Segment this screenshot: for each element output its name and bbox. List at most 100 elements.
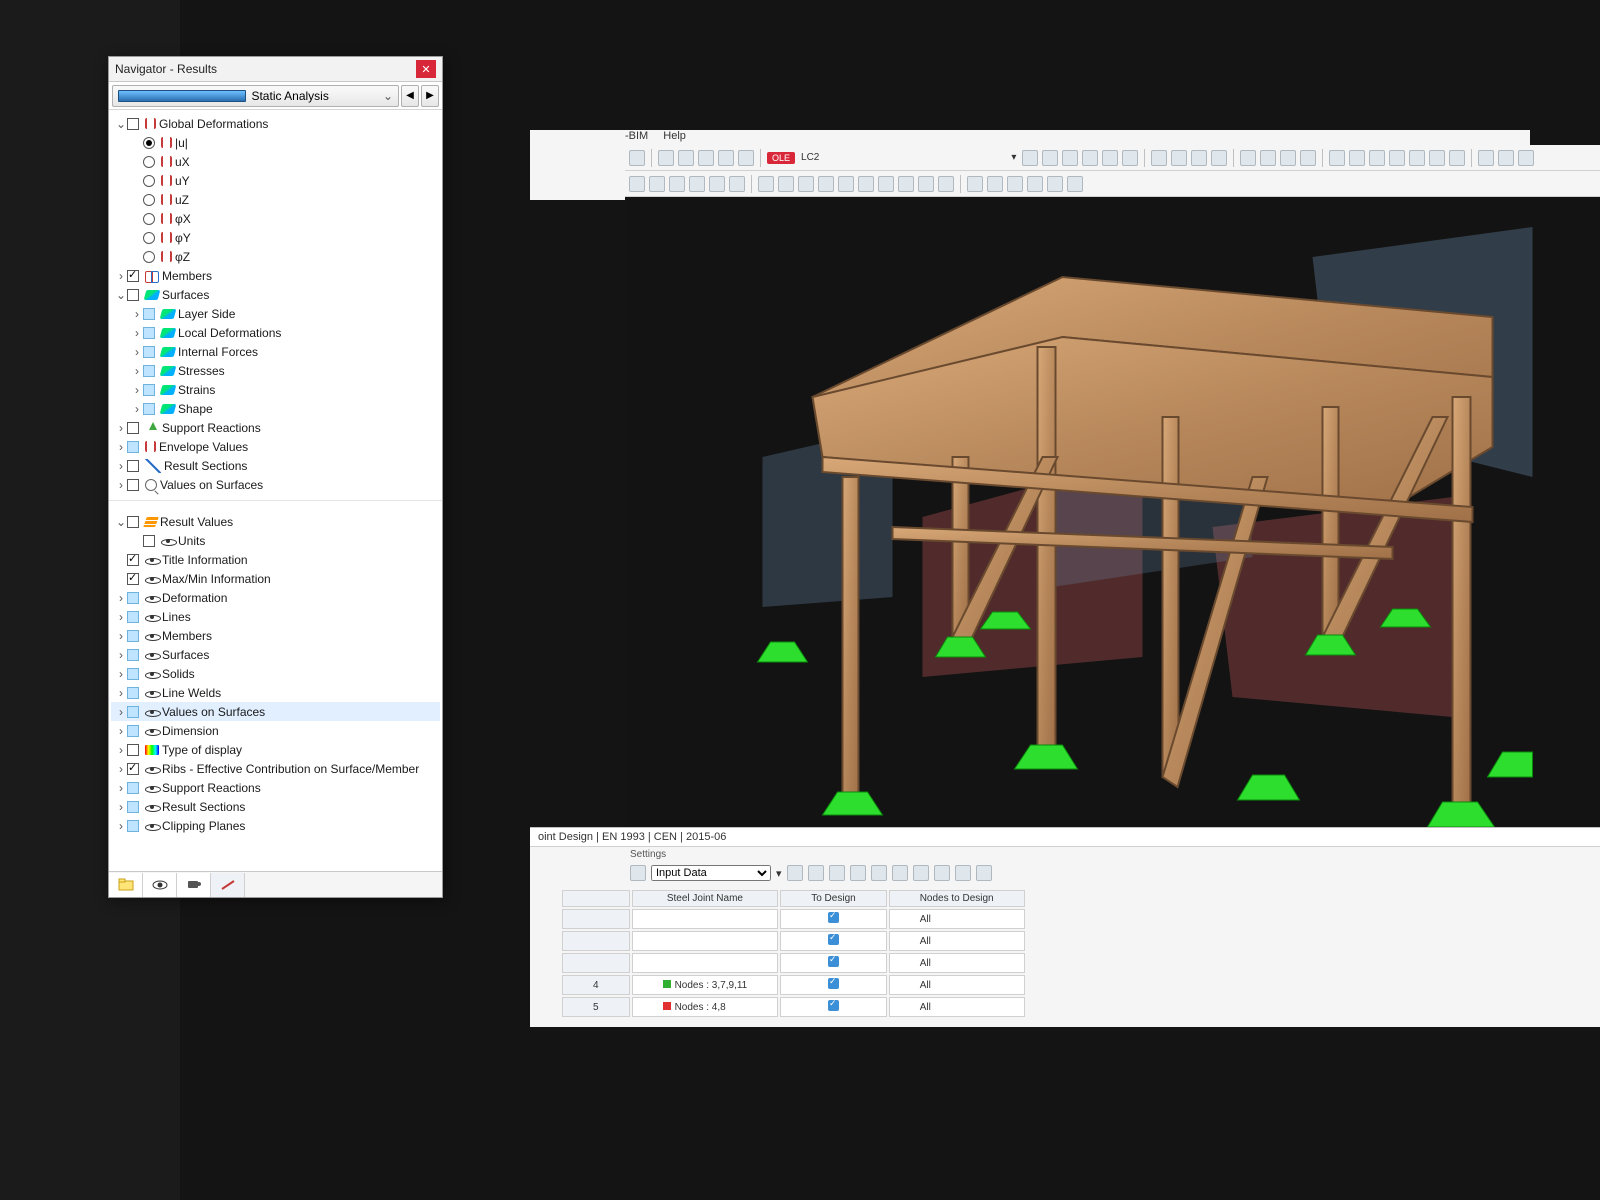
table-row[interactable]: All (562, 931, 1025, 951)
toolbar-icon[interactable] (1389, 150, 1405, 166)
tree-item[interactable]: ›Deformation (111, 588, 440, 607)
expand-icon[interactable]: › (115, 422, 127, 434)
toolbar-icon[interactable] (1007, 176, 1023, 192)
checkbox[interactable] (143, 384, 155, 396)
tree-item[interactable]: ›Lines (111, 607, 440, 626)
expand-icon[interactable]: › (131, 327, 143, 339)
toolbar-icon[interactable] (892, 865, 908, 881)
toolbar-icon[interactable] (1240, 150, 1256, 166)
tree-item[interactable]: φY (111, 228, 440, 247)
tree-item[interactable]: ›Members (111, 266, 440, 285)
toolbar-icon[interactable] (955, 865, 971, 881)
toolbar-icon[interactable] (798, 176, 814, 192)
radio[interactable] (143, 175, 155, 187)
tree-item[interactable]: ›Internal Forces (111, 342, 440, 361)
expand-icon[interactable]: › (115, 611, 127, 623)
toolbar-icon[interactable] (718, 150, 734, 166)
toolbar-icon[interactable] (1022, 150, 1038, 166)
toolbar-icon[interactable] (1498, 150, 1514, 166)
tree-item[interactable]: ›Envelope Values (111, 437, 440, 456)
checkbox[interactable] (127, 706, 139, 718)
tree-item[interactable]: ›Local Deformations (111, 323, 440, 342)
toolbar-icon[interactable] (829, 865, 845, 881)
checkbox[interactable] (127, 801, 139, 813)
viewport-3d[interactable] (625, 197, 1600, 827)
checkbox[interactable] (143, 403, 155, 415)
analysis-type-dropdown[interactable]: Static Analysis (112, 85, 399, 107)
toolbar-icon[interactable] (1449, 150, 1465, 166)
radio[interactable] (143, 194, 155, 206)
checkbox[interactable] (127, 516, 139, 528)
tree-item[interactable]: |u| (111, 133, 440, 152)
checkbox[interactable] (127, 649, 139, 661)
checkbox[interactable] (143, 365, 155, 377)
checkbox[interactable] (127, 554, 139, 566)
next-button[interactable]: ▶ (421, 85, 439, 107)
toolbar-icon[interactable] (1102, 150, 1118, 166)
toolbar-icon[interactable] (1280, 150, 1296, 166)
toolbar-icon[interactable] (967, 176, 983, 192)
toolbar-icon[interactable] (1042, 150, 1058, 166)
toolbar-icon[interactable] (1429, 150, 1445, 166)
table-row[interactable]: All (562, 953, 1025, 973)
checkbox[interactable] (127, 479, 139, 491)
table-row[interactable]: 4Nodes : 3,7,9,11All (562, 975, 1025, 995)
tree-item[interactable]: ›Strains (111, 380, 440, 399)
app-menubar[interactable]: -BIM Help (625, 130, 698, 146)
toolbar-icon[interactable] (1067, 176, 1083, 192)
toolbar-icon[interactable] (1171, 150, 1187, 166)
toolbar-icon[interactable] (913, 865, 929, 881)
tree-item[interactable]: ›Result Sections (111, 797, 440, 816)
toolbar-icon[interactable] (858, 176, 874, 192)
toolbar-icon[interactable] (871, 865, 887, 881)
tree-item[interactable]: Title Information (111, 550, 440, 569)
toolbar-icon[interactable] (1409, 150, 1425, 166)
close-button[interactable]: ✕ (416, 60, 436, 78)
tree-item[interactable]: Max/Min Information (111, 569, 440, 588)
toolbar-icon[interactable] (1369, 150, 1385, 166)
toolbar-icon[interactable] (1082, 150, 1098, 166)
checkbox[interactable] (127, 118, 139, 130)
expand-icon[interactable]: › (115, 649, 127, 661)
toolbar-icon[interactable] (778, 176, 794, 192)
toolbar-icon[interactable] (1349, 150, 1365, 166)
toolbar-icon[interactable] (758, 176, 774, 192)
toolbar-icon[interactable] (1047, 176, 1063, 192)
tree-item[interactable]: ⌄Result Values (111, 512, 440, 531)
expand-icon[interactable]: › (115, 782, 127, 794)
toolbar-icon[interactable] (678, 150, 694, 166)
tree-item[interactable]: ›Members (111, 626, 440, 645)
expand-icon[interactable]: › (115, 744, 127, 756)
toolbar-icon[interactable] (878, 176, 894, 192)
tree-item[interactable]: ›Clipping Planes (111, 816, 440, 835)
checkbox[interactable] (127, 744, 139, 756)
expand-icon[interactable]: › (115, 725, 127, 737)
toolbar-icon[interactable] (1478, 150, 1494, 166)
expand-icon[interactable]: › (115, 630, 127, 642)
checkbox[interactable] (143, 308, 155, 320)
toolbar-icon[interactable] (669, 176, 685, 192)
tree-item[interactable]: ›Support Reactions (111, 418, 440, 437)
collapse-icon[interactable]: ⌄ (115, 289, 127, 301)
tree-item[interactable]: ›Values on Surfaces (111, 475, 440, 494)
expand-icon[interactable]: › (115, 460, 127, 472)
tree-item[interactable]: uZ (111, 190, 440, 209)
expand-icon[interactable]: › (115, 706, 127, 718)
checkbox[interactable] (143, 346, 155, 358)
expand-icon[interactable]: › (131, 403, 143, 415)
radio[interactable] (143, 213, 155, 225)
tree-item[interactable]: ›Ribs - Effective Contribution on Surfac… (111, 759, 440, 778)
expand-icon[interactable]: › (115, 592, 127, 604)
checkbox[interactable] (143, 327, 155, 339)
tab-data-icon[interactable] (109, 873, 143, 897)
checkbox[interactable] (127, 270, 139, 282)
expand-icon[interactable]: › (115, 801, 127, 813)
toolbar-icon[interactable] (918, 176, 934, 192)
toolbar-icon[interactable] (1300, 150, 1316, 166)
expand-icon[interactable]: › (115, 820, 127, 832)
toolbar-icon[interactable] (1151, 150, 1167, 166)
checkbox[interactable] (127, 441, 139, 453)
toolbar-icon[interactable] (976, 865, 992, 881)
checkbox[interactable] (127, 820, 139, 832)
expand-icon[interactable]: › (115, 270, 127, 282)
